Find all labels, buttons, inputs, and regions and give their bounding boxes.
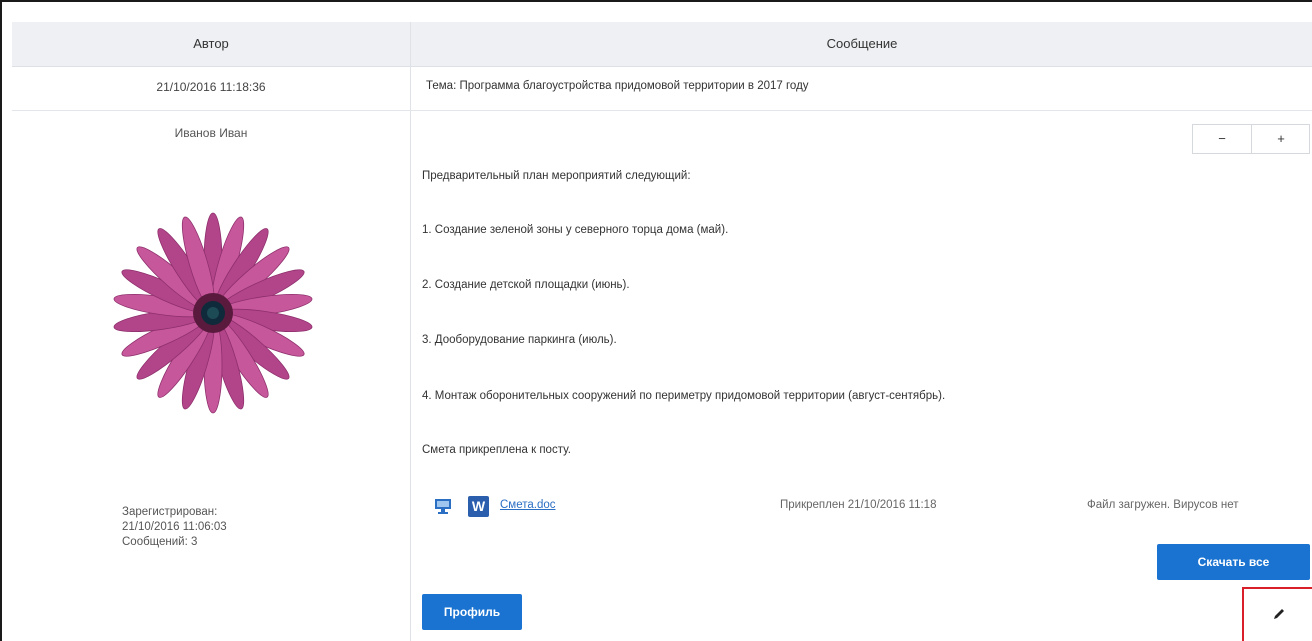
download-all-button[interactable]: Скачать все — [1157, 544, 1310, 580]
author-panel: Иванов Иван Зарегистрирован: 21/10/2016 … — [12, 110, 410, 641]
edit-button[interactable] — [1242, 587, 1312, 641]
registered-label: Зарегистрирован: — [122, 506, 218, 518]
attachment-link[interactable]: Смета.doc — [500, 499, 556, 511]
post-meta-row: 21/10/2016 11:18:36 Тема: Программа благ… — [12, 66, 1312, 111]
attachment-date: Прикреплен 21/10/2016 11:18 — [780, 499, 937, 511]
message-line: Предварительный план мероприятий следующ… — [422, 170, 691, 182]
message-line: 3. Дооборудование паркинга (июль). — [422, 334, 617, 346]
messages-count: Сообщений: 3 — [122, 536, 198, 548]
author-stats: Зарегистрирован: 21/10/2016 11:06:03 Соо… — [122, 505, 227, 550]
minus-button[interactable]: − — [1193, 125, 1252, 153]
column-header-message: Сообщение — [826, 36, 898, 51]
message-line: 1. Создание зеленой зоны у северного тор… — [422, 224, 729, 236]
forum-post-frame: Автор Сообщение 21/10/2016 11:18:36 Тема… — [0, 0, 1312, 641]
word-file-icon: W — [468, 496, 489, 517]
post-topic: Тема: Программа благоустройства придомов… — [426, 80, 809, 92]
profile-button[interactable]: Профиль — [422, 594, 522, 630]
quote-button-group: − + — [1192, 124, 1310, 154]
avatar — [108, 208, 318, 418]
column-header-author: Автор — [193, 36, 229, 51]
table-header: Автор Сообщение — [12, 22, 1312, 67]
message-line: Смета прикреплена к посту. — [422, 444, 571, 456]
monitor-icon — [435, 499, 451, 514]
plus-button[interactable]: + — [1252, 125, 1310, 153]
post-date: 21/10/2016 11:18:36 — [156, 80, 266, 94]
message-line: 4. Монтаж оборонительных сооружений по п… — [422, 390, 946, 402]
message-line: 2. Создание детской площадки (июнь). — [422, 279, 630, 291]
author-name: Иванов Иван — [174, 126, 248, 140]
virus-check-status: Файл загружен. Вирусов нет — [1087, 499, 1239, 511]
registered-date: 21/10/2016 11:06:03 — [122, 521, 227, 533]
pencil-icon — [1274, 609, 1284, 619]
column-divider — [410, 22, 411, 641]
